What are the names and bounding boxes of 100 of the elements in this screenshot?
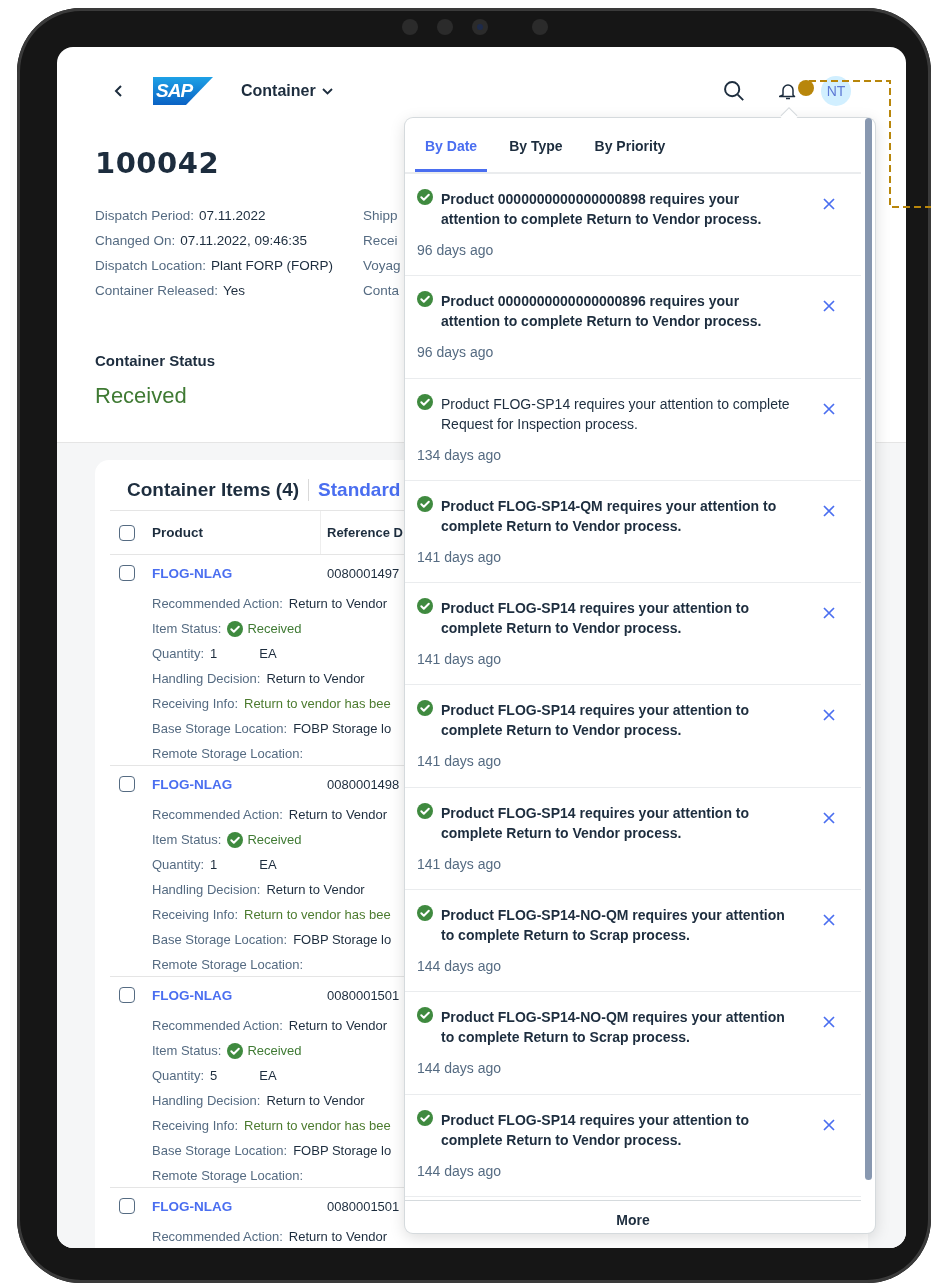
product-link[interactable]: FLOG-NLAG xyxy=(152,565,319,581)
notification-text[interactable]: Product FLOG-SP14 requires your attention to complete Return to Vendor process. xyxy=(441,700,791,741)
notification-text[interactable]: Product 0000000000000000898 requires your attention to complete Return to Vendor process. xyxy=(441,189,791,229)
variant-selector[interactable]: Standard xyxy=(318,479,401,501)
field-value: FOBP Storage lo xyxy=(293,932,392,947)
close-icon[interactable] xyxy=(823,1118,835,1131)
attribute-value: 07.11.2022, 09:46:35 xyxy=(180,233,307,248)
table-cell: 0080001497 xyxy=(327,565,400,581)
notification-text[interactable]: Product FLOG-SP14-NO-QM requires your attention to complete Return to Scrap process. xyxy=(441,905,791,946)
back-icon[interactable] xyxy=(114,85,124,97)
notification-text[interactable]: Product FLOG-SP14-NO-QM requires your attention to complete Return to Scrap process. xyxy=(441,1007,791,1048)
tab[interactable]: By Date xyxy=(415,118,488,172)
attribute-label: Changed On: xyxy=(95,233,176,248)
field-label: Recommended Action: xyxy=(152,596,283,611)
check-circle-icon xyxy=(417,393,433,410)
product-link[interactable]: FLOG-NLAG xyxy=(152,987,319,1003)
column-header[interactable]: Reference D xyxy=(327,525,403,540)
field-label: Quantity: xyxy=(152,857,205,872)
attribute-label: Voyag xyxy=(363,258,401,273)
notification-time: 144 days ago xyxy=(417,957,502,977)
field-value: Return to Vendor xyxy=(288,807,388,822)
tab[interactable]: By Priority xyxy=(584,118,676,172)
status-text: Received xyxy=(247,832,302,847)
check-circle-icon xyxy=(417,495,433,512)
select-all-checkbox[interactable] xyxy=(119,524,135,541)
status-text: Received xyxy=(247,621,302,636)
column-header[interactable]: Product xyxy=(152,525,203,540)
close-icon[interactable] xyxy=(823,607,835,620)
attribute-label: Recei xyxy=(363,233,398,248)
row-checkbox[interactable] xyxy=(119,987,135,1003)
check-circle-icon xyxy=(417,291,433,308)
field-label: Item Status: xyxy=(152,621,222,636)
field-value: 5 xyxy=(210,1068,218,1083)
notification-text[interactable]: Product FLOG-SP14 requires your attention to complete Return to Vendor process. xyxy=(441,802,791,843)
field-label: Item Status: xyxy=(152,1043,222,1058)
check-circle-icon xyxy=(227,831,244,848)
check-circle-icon xyxy=(417,189,433,205)
caret-icon xyxy=(321,87,333,95)
table-cell: 0080001501 xyxy=(327,987,400,1003)
notification-time: 96 days ago xyxy=(417,241,494,260)
attribute-label: Shipp xyxy=(363,208,398,223)
more-button[interactable]: More xyxy=(405,1199,861,1239)
notification-text[interactable]: Product FLOG-SP14 requires your attention to complete Request for Inspection process. xyxy=(441,393,791,434)
close-icon[interactable] xyxy=(823,709,835,722)
field-label: Item Status: xyxy=(152,832,222,847)
close-icon[interactable] xyxy=(823,504,835,517)
close-icon[interactable] xyxy=(823,914,835,927)
check-circle-icon xyxy=(227,620,244,637)
product-link[interactable]: FLOG-NLAG xyxy=(152,1198,319,1214)
check-circle-icon xyxy=(417,1109,433,1126)
attribute-label: Dispatch Period: xyxy=(95,208,195,223)
check-circle-icon xyxy=(417,802,433,819)
notification-text[interactable]: Product FLOG-SP14-QM requires your attention to complete Return to Vendor process. xyxy=(441,495,791,536)
field-label: Remote Storage Location: xyxy=(152,746,304,761)
tab[interactable]: By Type xyxy=(499,118,573,172)
close-icon[interactable] xyxy=(823,811,835,824)
attribute-label: Container Released: xyxy=(95,283,219,298)
field-value: 1 xyxy=(210,857,218,872)
close-icon[interactable] xyxy=(823,198,835,210)
status-text: Received xyxy=(247,1043,302,1058)
unit: EA xyxy=(259,646,277,661)
product-link[interactable]: FLOG-NLAG xyxy=(152,776,319,792)
field-value: Return to vendor has bee xyxy=(244,696,391,711)
row-checkbox[interactable] xyxy=(119,776,135,792)
attribute-value: Plant FORP (FORP) xyxy=(211,258,334,273)
table-cell: 0080001498 xyxy=(327,776,400,792)
close-icon[interactable] xyxy=(823,402,835,415)
unit: EA xyxy=(259,857,277,872)
bell-icon[interactable] xyxy=(779,82,797,100)
row-checkbox[interactable] xyxy=(119,1198,135,1214)
close-icon[interactable] xyxy=(823,1016,835,1029)
field-label: Handling Decision: xyxy=(152,1093,261,1108)
check-circle-icon xyxy=(417,905,433,922)
status-value: Received xyxy=(95,383,187,409)
notification-text[interactable]: Product FLOG-SP14 requires your attention to complete Return to Vendor process. xyxy=(441,1109,791,1150)
field-value: Return to Vendor xyxy=(288,1018,388,1033)
search-icon[interactable] xyxy=(723,80,745,102)
notification-time: 96 days ago xyxy=(417,343,494,363)
field-value: Return to Vendor xyxy=(288,1229,388,1244)
notification-text[interactable]: Product FLOG-SP14 requires your attention to complete Return to Vendor process. xyxy=(441,598,791,639)
attribute-value: Yes xyxy=(223,283,246,298)
scrollbar[interactable] xyxy=(865,118,872,1180)
table-cell: 0080001501 xyxy=(327,1198,400,1214)
field-value: Return to Vendor xyxy=(288,596,388,611)
notification-time: 141 days ago xyxy=(417,650,502,670)
notification-time: 141 days ago xyxy=(417,547,502,567)
notification-time: 144 days ago xyxy=(417,1059,502,1079)
attribute-label: Conta xyxy=(363,283,400,298)
field-label: Receiving Info: xyxy=(152,907,238,922)
field-value: Return to Vendor xyxy=(266,882,365,897)
row-checkbox[interactable] xyxy=(119,565,135,581)
field-label: Base Storage Location: xyxy=(152,932,288,947)
notification-text[interactable]: Product 0000000000000000896 requires your attention to complete Return to Vendor process. xyxy=(441,291,791,332)
notification-time: 134 days ago xyxy=(417,445,502,465)
app-title-menu[interactable]: Container xyxy=(241,82,333,100)
close-icon[interactable] xyxy=(823,300,835,313)
field-label: Handling Decision: xyxy=(152,882,261,897)
notification-time: 144 days ago xyxy=(417,1161,502,1181)
logo: SAP xyxy=(153,77,213,105)
field-label: Quantity: xyxy=(152,646,205,661)
